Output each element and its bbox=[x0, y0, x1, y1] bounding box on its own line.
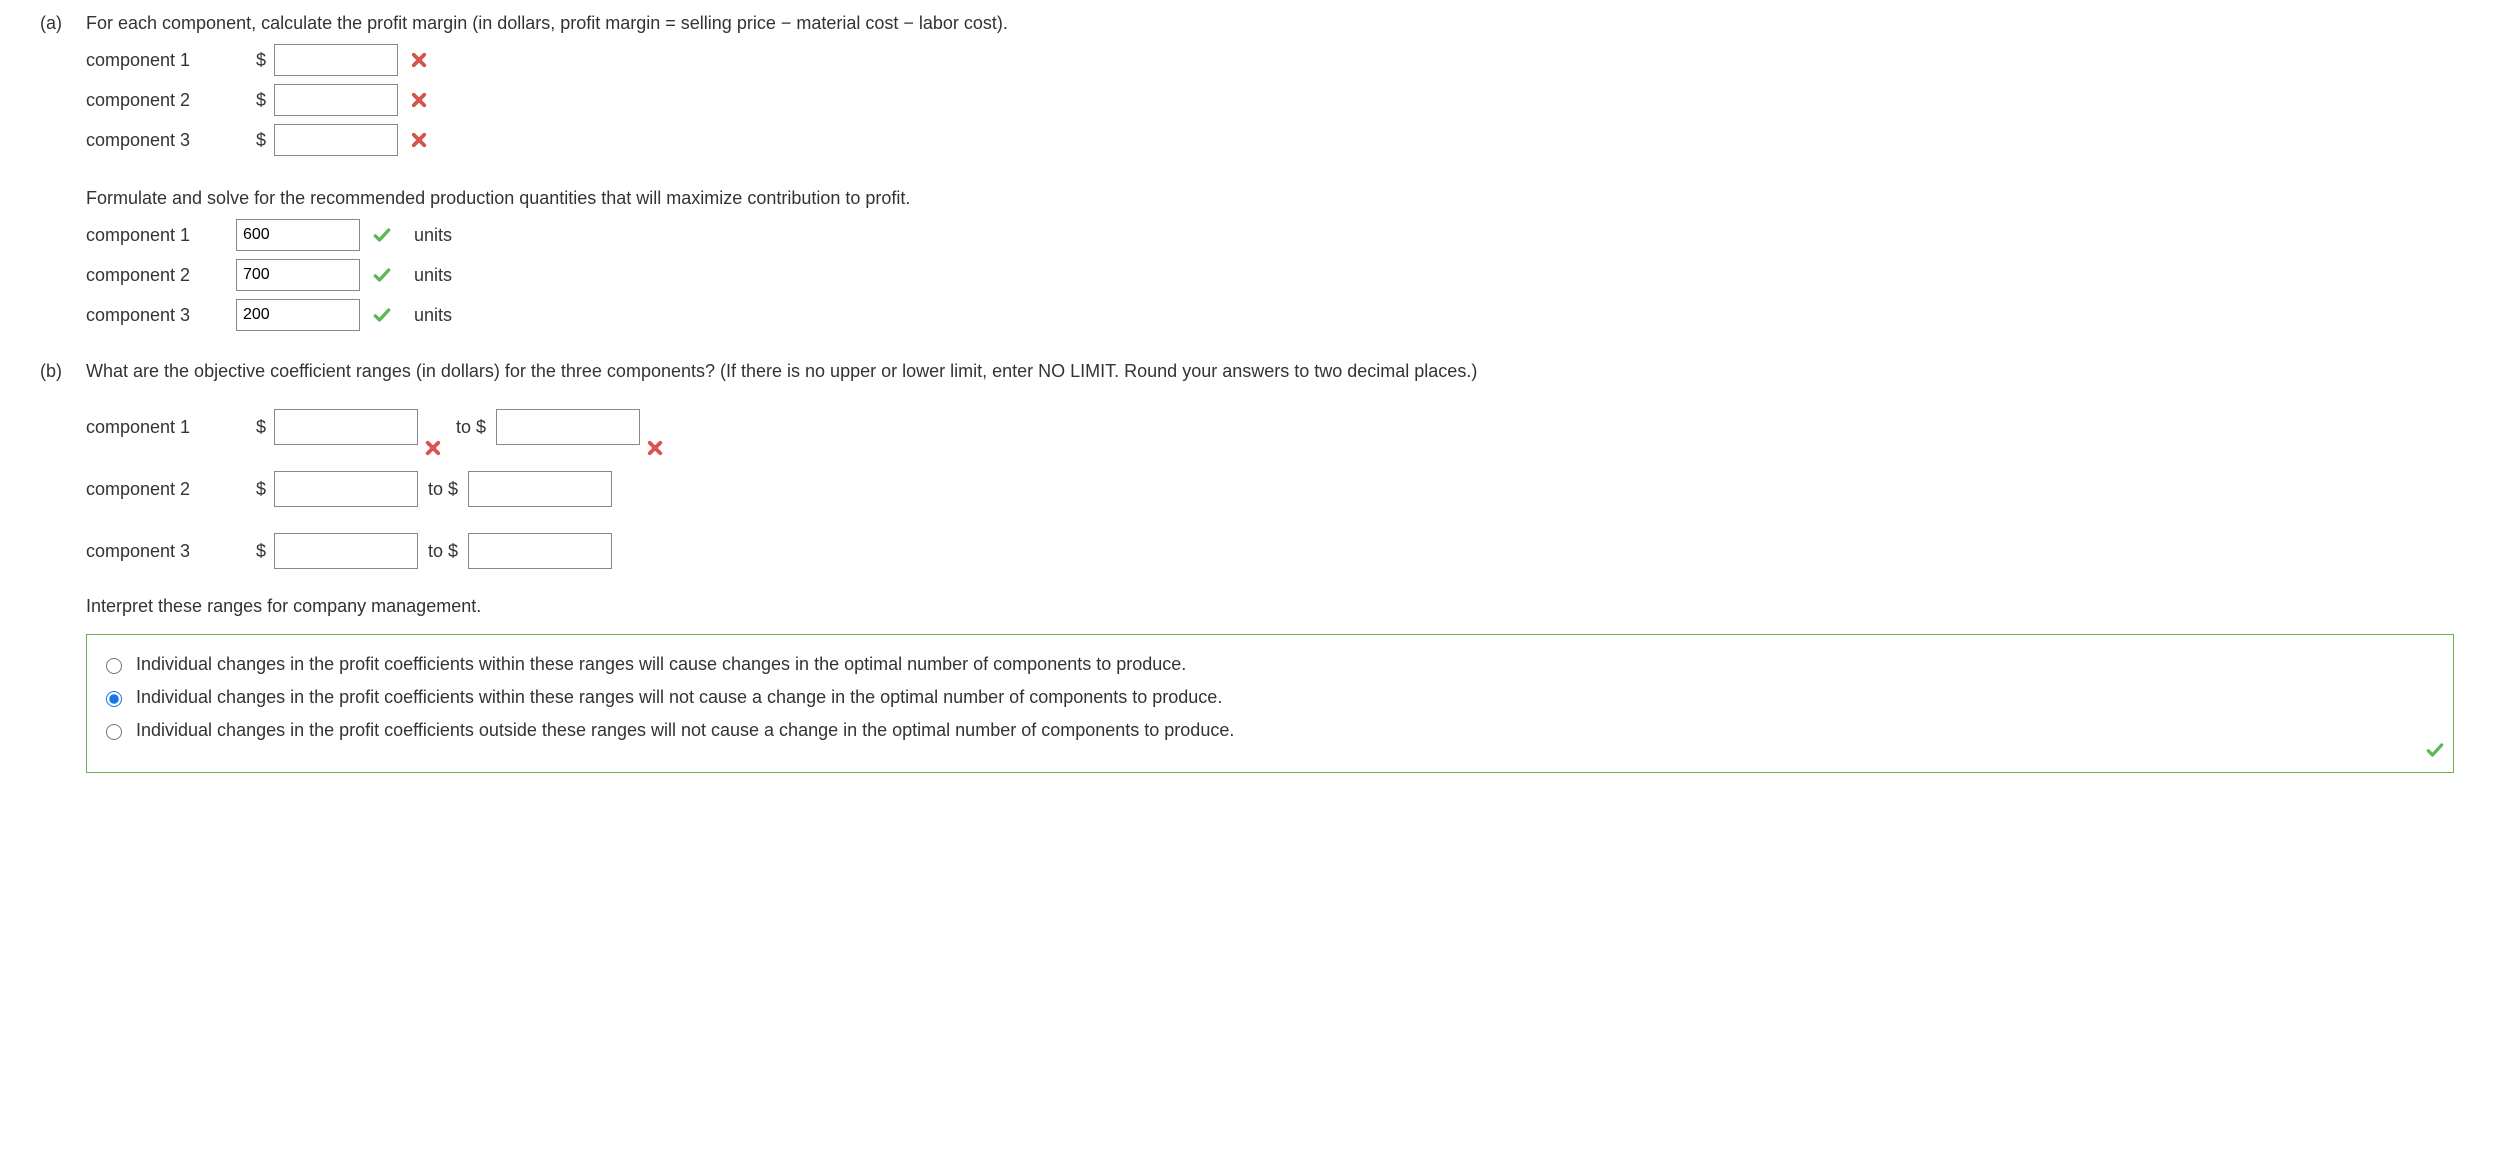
check-icon bbox=[372, 225, 392, 245]
x-icon bbox=[410, 51, 428, 69]
profit-input-3[interactable] bbox=[274, 124, 398, 156]
range-low-input-3[interactable] bbox=[274, 533, 418, 569]
x-icon bbox=[410, 91, 428, 109]
part-a-label: (a) bbox=[40, 10, 80, 37]
profit-input-2[interactable] bbox=[274, 84, 398, 116]
currency-symbol: $ bbox=[256, 538, 266, 565]
option-text: Individual changes in the profit coeffic… bbox=[136, 651, 1186, 678]
profit-row-label: component 1 bbox=[86, 47, 236, 74]
range-row-label: component 2 bbox=[86, 476, 236, 503]
profit-input-1[interactable] bbox=[274, 44, 398, 76]
currency-symbol: $ bbox=[256, 414, 266, 441]
range-row-label: component 3 bbox=[86, 538, 236, 565]
radio-option-3[interactable] bbox=[106, 724, 122, 740]
unit-label: units bbox=[414, 302, 452, 329]
interpret-prompt: Interpret these ranges for company manag… bbox=[86, 593, 2454, 620]
range-high-input-2[interactable] bbox=[468, 471, 612, 507]
range-low-input-2[interactable] bbox=[274, 471, 418, 507]
currency-symbol: $ bbox=[256, 87, 266, 114]
to-label: to $ bbox=[456, 414, 486, 441]
qty-input-3[interactable] bbox=[236, 299, 360, 331]
check-icon bbox=[2425, 740, 2445, 768]
profit-row-label: component 2 bbox=[86, 87, 236, 114]
profit-row-label: component 3 bbox=[86, 127, 236, 154]
part-b-label: (b) bbox=[40, 358, 80, 385]
unit-label: units bbox=[414, 262, 452, 289]
mc-options-box: Individual changes in the profit coeffic… bbox=[86, 634, 2454, 773]
qty-row-label: component 3 bbox=[86, 302, 236, 329]
currency-symbol: $ bbox=[256, 476, 266, 503]
range-high-input-3[interactable] bbox=[468, 533, 612, 569]
check-icon bbox=[372, 265, 392, 285]
currency-symbol: $ bbox=[256, 47, 266, 74]
option-text: Individual changes in the profit coeffic… bbox=[136, 717, 1234, 744]
range-high-input-1[interactable] bbox=[496, 409, 640, 445]
part-a-prompt-2: Formulate and solve for the recommended … bbox=[86, 185, 2454, 212]
part-b-prompt: What are the objective coefficient range… bbox=[86, 358, 2454, 385]
unit-label: units bbox=[414, 222, 452, 249]
radio-option-1[interactable] bbox=[106, 658, 122, 674]
x-icon bbox=[410, 131, 428, 149]
qty-row-label: component 2 bbox=[86, 262, 236, 289]
qty-input-1[interactable] bbox=[236, 219, 360, 251]
range-row-label: component 1 bbox=[86, 414, 236, 441]
to-label: to $ bbox=[428, 476, 458, 503]
option-text: Individual changes in the profit coeffic… bbox=[136, 684, 1222, 711]
radio-option-2[interactable] bbox=[106, 691, 122, 707]
qty-row-label: component 1 bbox=[86, 222, 236, 249]
currency-symbol: $ bbox=[256, 127, 266, 154]
range-low-input-1[interactable] bbox=[274, 409, 418, 445]
x-icon bbox=[646, 439, 664, 457]
check-icon bbox=[372, 305, 392, 325]
qty-input-2[interactable] bbox=[236, 259, 360, 291]
to-label: to $ bbox=[428, 538, 458, 565]
x-icon bbox=[424, 439, 442, 457]
part-a-prompt: For each component, calculate the profit… bbox=[86, 10, 2454, 37]
